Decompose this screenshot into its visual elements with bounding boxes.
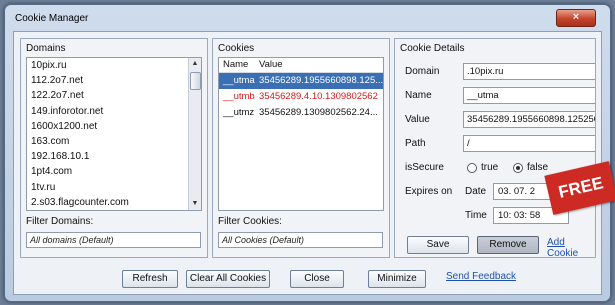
domain-item[interactable]: 149.inforotor.net — [27, 104, 201, 119]
domain-item[interactable]: 163.com — [27, 134, 201, 149]
clear-all-cookies-button[interactable]: Clear All Cookies — [186, 270, 270, 288]
refresh-button[interactable]: Refresh — [122, 270, 178, 288]
name-field[interactable]: __utma — [463, 87, 595, 104]
cookie-row[interactable]: __utmz 35456289.1309802562.24... — [219, 105, 383, 121]
value-label: Value — [405, 114, 430, 125]
scroll-up-icon[interactable]: ▲ — [189, 58, 201, 70]
scroll-thumb[interactable] — [190, 72, 201, 90]
cookie-name: __utmz — [223, 107, 255, 118]
issecure-label: isSecure — [405, 162, 444, 173]
domains-title: Domains — [26, 43, 66, 54]
cookie-name: __utma — [223, 75, 255, 86]
close-button[interactable]: Close — [290, 270, 344, 288]
close-icon: × — [572, 11, 580, 23]
name-label: Name — [405, 90, 432, 101]
minimize-button[interactable]: Minimize — [368, 270, 426, 288]
domain-item[interactable]: 10pix.ru — [27, 58, 201, 73]
domain-item[interactable]: 2.s03.flagcounter.com — [27, 195, 201, 210]
column-header-value[interactable]: Value — [259, 58, 283, 72]
date-label: Date — [465, 186, 487, 197]
domain-item[interactable]: 192.168.10.1 — [27, 149, 201, 164]
domain-item[interactable]: 122.2o7.net — [27, 88, 201, 103]
column-header-name[interactable]: Name — [219, 58, 259, 72]
issecure-false-label: false — [527, 162, 549, 173]
cookie-value: 35456289.1309802562.24... — [259, 107, 378, 118]
cookie-row[interactable]: __utma 35456289.1955660898.125... — [219, 73, 383, 89]
client-area: Domains 10pix.ru 112.2o7.net 122.2o7.net… — [13, 31, 602, 295]
cookie-value: 35456289.4.10.1309802562 — [259, 91, 378, 102]
filter-cookies-label: Filter Cookies: — [218, 216, 282, 227]
domain-item[interactable]: 1pt4.com — [27, 164, 201, 179]
cookie-value: 35456289.1955660898.125... — [259, 75, 384, 86]
expires-on-label: Expires on — [405, 186, 453, 197]
domain-item[interactable]: 1600x1200.net — [27, 119, 201, 134]
cookie-details-pane: Cookie Details Domain .10pix.ru Name __u… — [394, 38, 596, 258]
filter-domains-label: Filter Domains: — [26, 216, 94, 227]
issecure-true-label: true — [481, 162, 499, 173]
close-window-button[interactable]: × — [556, 9, 596, 27]
cookies-list[interactable]: Name Value __utma 35456289.1955660898.125.… — [218, 57, 384, 211]
title-bar: Cookie Manager × — [5, 5, 610, 31]
value-field[interactable]: 35456289.1955660898.1252504 — [463, 111, 595, 128]
domains-list[interactable]: 10pix.ru 112.2o7.net 122.2o7.net 149.inf… — [26, 57, 202, 211]
filter-domains-input[interactable]: All domains (Default) — [26, 232, 201, 248]
remove-button[interactable]: Remove — [477, 236, 539, 254]
save-button[interactable]: Save — [407, 236, 469, 254]
domains-pane: Domains 10pix.ru 112.2o7.net 122.2o7.net… — [20, 38, 208, 258]
time-label: Time — [465, 210, 487, 221]
domain-item[interactable]: 1tv.ru — [27, 180, 201, 195]
domain-label: Domain — [405, 66, 440, 77]
issecure-true-radio[interactable] — [467, 163, 477, 173]
window-title: Cookie Manager — [15, 13, 89, 24]
scroll-down-icon[interactable]: ▼ — [189, 198, 201, 210]
filter-cookies-input[interactable]: All Cookies (Default) — [218, 232, 383, 248]
cookie-details-title: Cookie Details — [400, 43, 465, 54]
domains-scrollbar[interactable]: ▲ ▼ — [188, 58, 201, 210]
cookie-name: __utmb — [223, 91, 255, 102]
cookies-pane: Cookies Name Value __utma 35456289.1955660… — [212, 38, 390, 258]
domain-field[interactable]: .10pix.ru — [463, 63, 595, 80]
cookie-manager-window: Cookie Manager × Domains 10pix.ru 112.2o… — [4, 4, 611, 302]
add-cookie-link[interactable]: Add Cookie — [547, 237, 595, 257]
cookies-title: Cookies — [218, 43, 255, 54]
send-feedback-link[interactable]: Send Feedback — [446, 271, 516, 282]
path-field[interactable]: / — [463, 135, 595, 152]
cookie-row[interactable]: __utmb 35456289.4.10.1309802562 — [219, 89, 383, 105]
issecure-false-radio[interactable] — [513, 163, 523, 173]
path-label: Path — [405, 138, 426, 149]
cookies-list-header: Name Value — [219, 58, 383, 73]
domain-item[interactable]: 112.2o7.net — [27, 73, 201, 88]
